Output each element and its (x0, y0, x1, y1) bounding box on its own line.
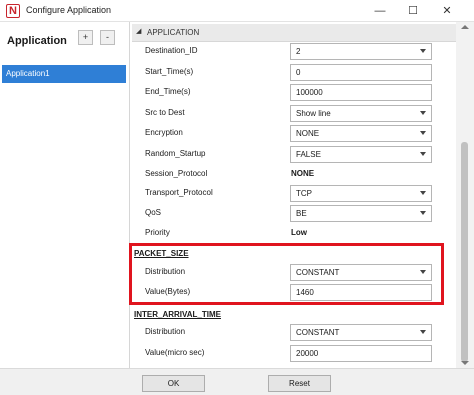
iat-distribution-select[interactable]: CONSTANT (290, 324, 432, 341)
qos-select[interactable]: BE (290, 205, 432, 222)
encryption-value: NONE (296, 129, 320, 138)
session-protocol-label: Session_Protocol (145, 169, 208, 178)
minimize-button[interactable]: — (365, 0, 395, 22)
window-title: Configure Application (26, 5, 112, 15)
maximize-button[interactable]: ☐ (398, 0, 428, 22)
random-startup-value: FALSE (296, 150, 321, 159)
application-section-header[interactable]: ◢ APPLICATION (132, 24, 456, 42)
app-logo-icon: N (6, 4, 20, 18)
priority-value: Low (291, 228, 307, 237)
src-to-dest-select[interactable]: Show line (290, 105, 432, 122)
scrollbar-thumb[interactable] (461, 142, 468, 362)
reset-button[interactable]: Reset (268, 375, 331, 392)
chevron-down-icon (420, 131, 426, 135)
priority-label: Priority (145, 228, 170, 237)
chevron-down-icon (420, 211, 426, 215)
application-list-panel: Application + - Application1 (0, 22, 130, 368)
vertical-scrollbar[interactable] (456, 22, 474, 368)
collapse-arrow-icon: ◢ (136, 28, 142, 35)
scroll-down-icon[interactable] (461, 361, 469, 365)
packet-size-title: PACKET_SIZE (134, 249, 189, 258)
section-label: APPLICATION (147, 28, 200, 37)
packet-value-label: Value(Bytes) (145, 287, 191, 296)
packet-distribution-value: CONSTANT (296, 268, 340, 277)
application-list-item[interactable]: Application1 (2, 65, 126, 83)
packet-value-input[interactable]: 1460 (290, 284, 432, 301)
scroll-up-icon[interactable] (461, 25, 469, 29)
chevron-down-icon (420, 152, 426, 156)
close-button[interactable]: ✕ (432, 0, 462, 22)
iat-distribution-value: CONSTANT (296, 328, 340, 337)
qos-value: BE (296, 209, 307, 218)
destination-id-select[interactable]: 2 (290, 43, 432, 60)
logo-letter: N (9, 5, 17, 17)
end-time-input[interactable]: 100000 (290, 84, 432, 101)
transport-protocol-select[interactable]: TCP (290, 185, 432, 202)
remove-application-button[interactable]: - (100, 30, 115, 45)
transport-protocol-label: Transport_Protocol (145, 188, 213, 197)
destination-id-value: 2 (296, 47, 301, 56)
start-time-label: Start_Time(s) (145, 67, 194, 76)
session-protocol-value: NONE (291, 169, 315, 178)
end-time-label: End_Time(s) (145, 87, 191, 96)
src-to-dest-value: Show line (296, 109, 331, 118)
iat-value-input[interactable]: 20000 (290, 345, 432, 362)
start-time-input[interactable]: 0 (290, 64, 432, 81)
packet-distribution-select[interactable]: CONSTANT (290, 264, 432, 281)
ok-button[interactable]: OK (142, 375, 205, 392)
random-startup-select[interactable]: FALSE (290, 146, 432, 163)
title-bar: N Configure Application — ☐ ✕ (0, 0, 474, 22)
qos-label: QoS (145, 208, 162, 217)
chevron-down-icon (420, 330, 426, 334)
encryption-select[interactable]: NONE (290, 125, 432, 142)
chevron-down-icon (420, 49, 426, 53)
random-startup-label: Random_Startup (145, 149, 206, 158)
dialog-footer: OK Reset (0, 368, 474, 395)
iat-distribution-label: Distribution (145, 327, 186, 336)
transport-protocol-value: TCP (296, 189, 312, 198)
property-grid: ◢ APPLICATION Destination_ID 2 Start_Tim… (129, 22, 474, 368)
packet-distribution-label: Distribution (145, 267, 186, 276)
destination-id-label: Destination_ID (145, 46, 198, 55)
add-application-button[interactable]: + (78, 30, 93, 45)
inter-arrival-time-title: INTER_ARRIVAL_TIME (134, 310, 221, 319)
application-list-header: Application (7, 35, 67, 47)
chevron-down-icon (420, 270, 426, 274)
chevron-down-icon (420, 191, 426, 195)
chevron-down-icon (420, 111, 426, 115)
src-to-dest-label: Src to Dest (145, 108, 185, 117)
iat-value-label: Value(micro sec) (145, 348, 205, 357)
encryption-label: Encryption (145, 128, 183, 137)
